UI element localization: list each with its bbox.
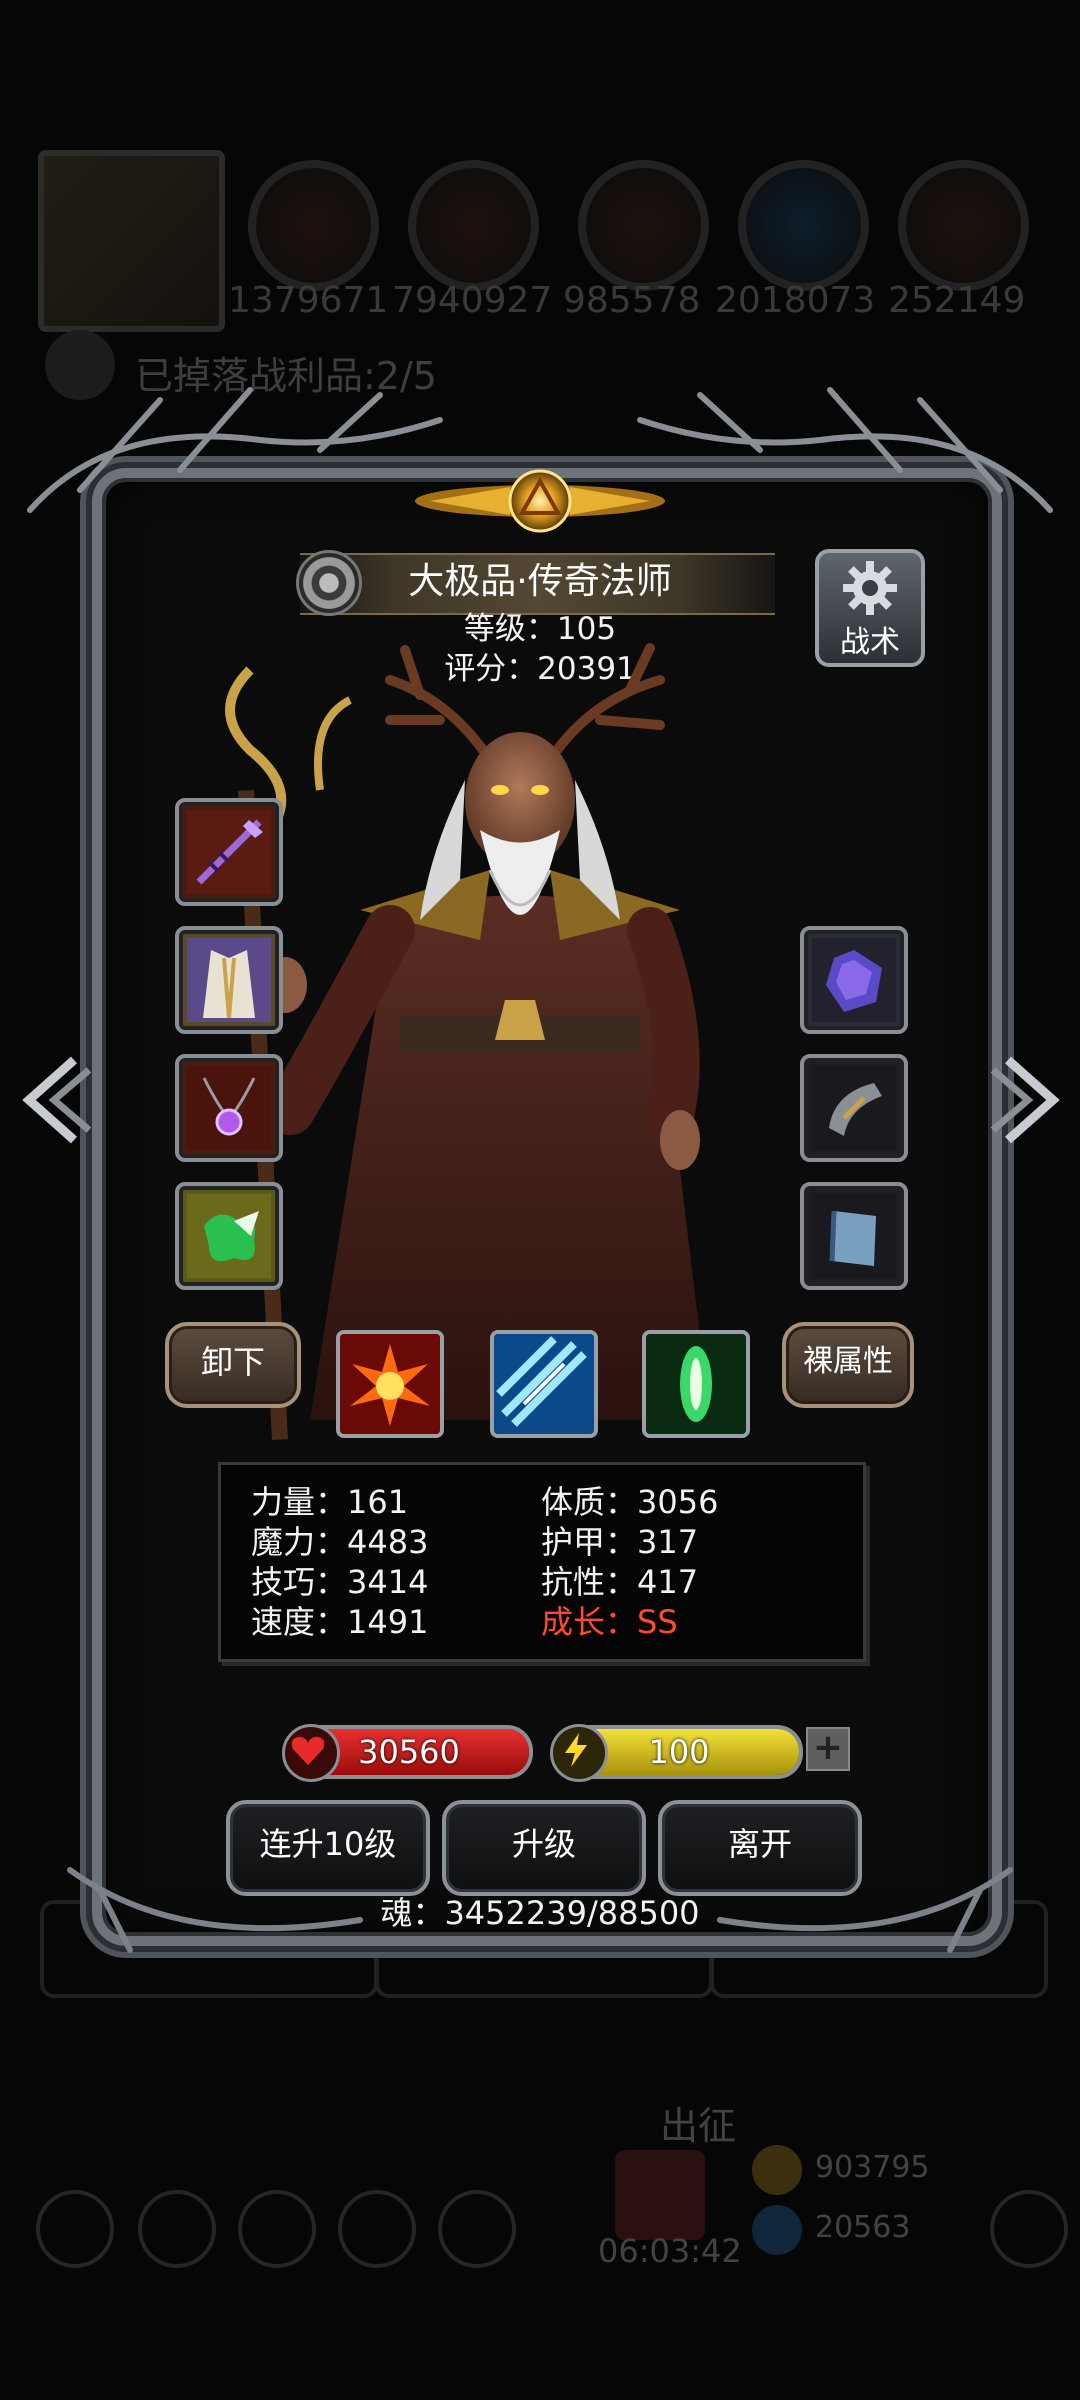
stats-panel: 力量：161 魔力：4483 技巧：3414 速度：1491 体质：3056 护… [218, 1462, 866, 1662]
unequip-button[interactable]: 卸下 [165, 1322, 301, 1408]
bracer-icon [812, 1066, 896, 1150]
book-icon [812, 1194, 896, 1278]
stat-skill: 技巧：3414 [251, 1563, 429, 1601]
resource-icon [248, 160, 379, 291]
player-avatar [38, 150, 225, 332]
menu-icon [338, 2190, 416, 2268]
equip-slot-necklace[interactable] [175, 1054, 283, 1162]
next-hero-arrow-icon[interactable] [988, 1050, 1068, 1150]
gear-icon [843, 561, 897, 615]
fire-burst-icon [340, 1334, 440, 1434]
stat-strength: 力量：161 [251, 1483, 409, 1521]
stat-magic: 魔力：4483 [251, 1523, 429, 1561]
stat-growth: 成长：SS [541, 1603, 678, 1641]
tactic-button[interactable]: 战术 [815, 549, 925, 667]
equip-slot-rune[interactable] [175, 1182, 283, 1290]
menu-icon [990, 2190, 1068, 2268]
menu-icon [36, 2190, 114, 2268]
ice-shard-icon [494, 1334, 594, 1434]
menu-icon [438, 2190, 516, 2268]
tactic-label: 战术 [840, 625, 900, 660]
rank-emblem [415, 469, 665, 533]
equip-slot-weapon[interactable] [175, 798, 283, 906]
gold-amount: 903795 [815, 2150, 930, 2185]
rune-icon [187, 1194, 271, 1278]
add-energy-button[interactable]: + [806, 1727, 850, 1771]
timer: 06:03:42 [598, 2232, 742, 2270]
naked-attributes-button[interactable]: 裸属性 [782, 1322, 914, 1408]
resource-count: 252149 [888, 280, 1026, 321]
previous-hero-arrow-icon[interactable] [14, 1050, 94, 1150]
leave-button[interactable]: 离开 [658, 1800, 862, 1896]
resource-count: 7940927 [392, 280, 553, 321]
skill-slot-3[interactable] [642, 1330, 750, 1438]
staff-icon [187, 810, 271, 894]
heart-icon [282, 1724, 340, 1782]
stat-constitution: 体质：3056 [541, 1483, 719, 1521]
depart-label: 出征 [660, 2104, 737, 2148]
stat-resistance: 抗性：417 [541, 1563, 699, 1601]
hero-title: 大极品·传奇法师 [408, 561, 672, 602]
resource-icon [738, 160, 869, 291]
soul-counter: 魂：3452239/88500 [380, 1894, 700, 1932]
robe-icon [187, 938, 271, 1022]
resource-count: 2018073 [715, 280, 876, 321]
menu-icon [138, 2190, 216, 2268]
equip-slot-book[interactable] [800, 1182, 908, 1290]
resource-icon [898, 160, 1029, 291]
gift-icon [615, 2150, 705, 2240]
skill-slot-1[interactable] [336, 1330, 444, 1438]
upgrade-10-levels-button[interactable]: 连升10级 [226, 1800, 430, 1896]
equip-slot-armor[interactable] [175, 926, 283, 1034]
upgrade-button[interactable]: 升级 [442, 1800, 646, 1896]
lightning-icon [550, 1724, 608, 1782]
menu-icon [238, 2190, 316, 2268]
amulet-icon [187, 1066, 271, 1150]
resource-icon [408, 160, 539, 291]
equip-slot-orb[interactable] [800, 926, 908, 1034]
resource-count: 1379671 [228, 280, 389, 321]
gem-icon [752, 2205, 802, 2255]
stat-speed: 速度：1491 [251, 1603, 429, 1641]
orb-icon [812, 938, 896, 1022]
stat-armor: 护甲：317 [541, 1523, 699, 1561]
nature-heal-icon [646, 1334, 746, 1434]
gem-amount: 20563 [815, 2210, 911, 2245]
equip-slot-bracer[interactable] [800, 1054, 908, 1162]
resource-count: 985578 [563, 280, 701, 321]
gold-icon [752, 2145, 802, 2195]
resource-icon [578, 160, 709, 291]
skill-slot-2[interactable] [490, 1330, 598, 1438]
